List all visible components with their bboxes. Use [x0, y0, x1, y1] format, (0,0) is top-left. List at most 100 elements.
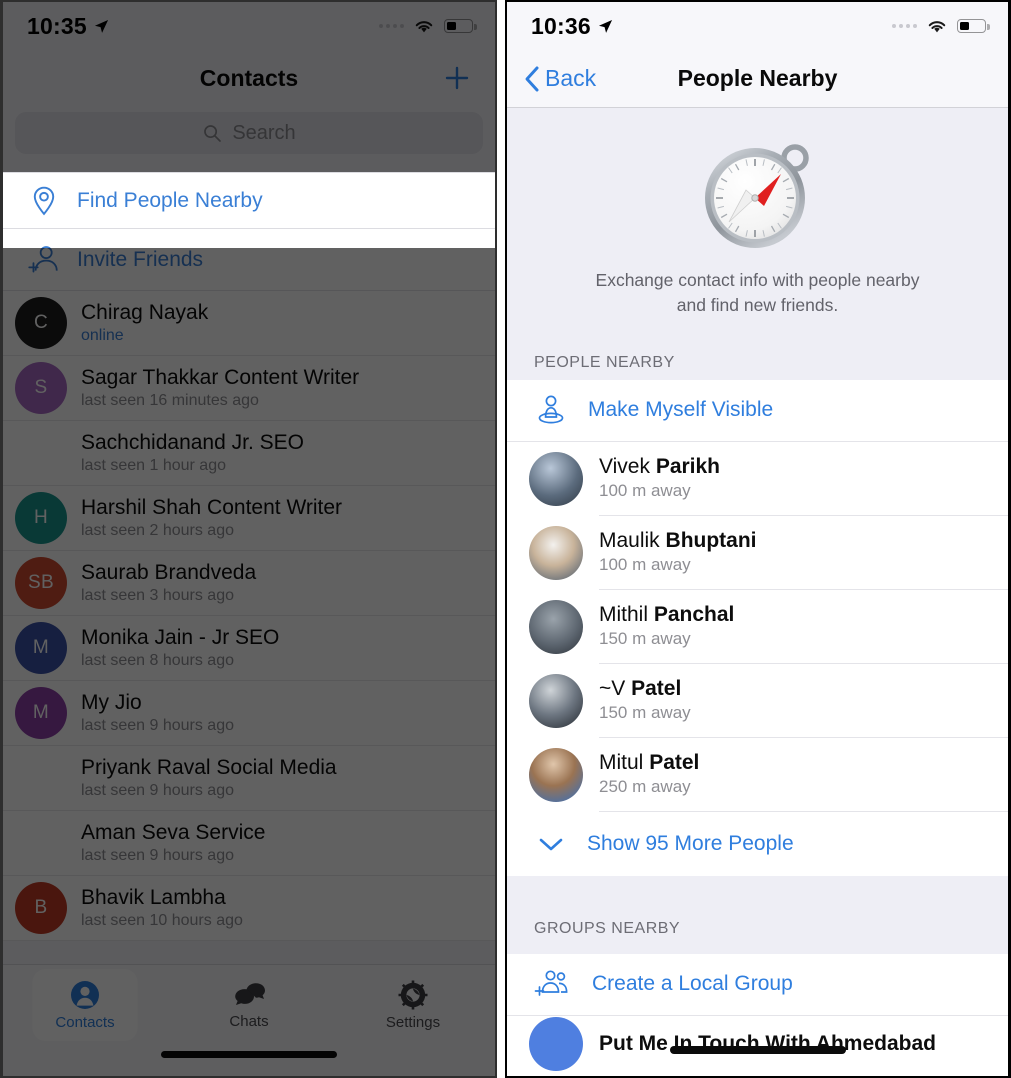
find-people-nearby-label: Find People Nearby — [77, 188, 263, 212]
avatar — [529, 525, 583, 580]
nearby-person-row[interactable]: ~V Patel 150 m away — [507, 663, 1008, 738]
avatar: M — [15, 687, 67, 739]
avatar: SB — [15, 557, 67, 609]
contact-texts: My Jio last seen 9 hours ago — [81, 691, 234, 735]
contact-texts: Saurab Brandveda last seen 3 hours ago — [81, 561, 256, 605]
contact-texts: Aman Seva Service last seen 9 hours ago — [81, 821, 265, 865]
hero-section: Exchange contact info with people nearby… — [507, 108, 1008, 340]
home-indicator — [669, 1046, 846, 1054]
groups-nearby-section-header: GROUPS NEARBY — [507, 915, 1008, 954]
home-indicator — [161, 1051, 337, 1058]
nearby-people-rows: Vivek Parikh 100 m away Maulik Bhuptani 100… — [507, 441, 1008, 812]
person-info: Mitul Patel 250 m away — [599, 738, 1008, 812]
contact-name: Sagar Thakkar Content Writer — [81, 365, 360, 389]
people-nearby-section-header: PEOPLE NEARBY — [507, 339, 1008, 380]
contact-row[interactable]: Sachchidanand Jr. SEO last seen 1 hour ag… — [3, 421, 495, 486]
contact-list: C Chirag Nayak online S Sagar Thakkar Conten… — [3, 291, 495, 941]
person-last-name: Parikh — [655, 455, 721, 479]
contact-name: Chirag Nayak — [81, 300, 209, 324]
person-info: ~V Patel 150 m away — [599, 664, 1008, 738]
person-distance: 100 m away — [599, 555, 691, 575]
chat-bubbles-icon — [235, 983, 265, 1005]
add-group-icon — [534, 970, 568, 997]
contact-texts: Chirag Nayak online — [81, 301, 208, 345]
person-name: Mitul Patel — [599, 751, 1008, 774]
show-more-people-row[interactable]: Show 95 More People — [507, 811, 1008, 876]
person-info: Vivek Parikh 100 m away — [599, 442, 1008, 516]
chevron-left-icon — [525, 66, 539, 91]
contact-row[interactable]: SB Saurab Brandveda last seen 3 hours ago — [3, 551, 495, 616]
person-distance: 150 m away — [599, 629, 691, 649]
section-spacer — [507, 875, 1008, 916]
create-local-group-label: Create a Local Group — [592, 972, 793, 996]
avatar: M — [15, 622, 67, 674]
tab-settings-label: Settings — [385, 1014, 441, 1031]
contact-row[interactable]: S Sagar Thakkar Content Writer last seen 1… — [3, 356, 495, 421]
nearby-person-row[interactable]: Mitul Patel 250 m away — [507, 737, 1008, 812]
invite-friends-row[interactable]: Invite Friends — [3, 229, 495, 291]
make-myself-visible-row[interactable]: Make Myself Visible — [507, 379, 1008, 442]
battery-icon — [957, 19, 990, 33]
person-last-name: Patel — [649, 751, 700, 775]
tab-contacts[interactable]: Contacts — [3, 969, 167, 1041]
person-distance: 150 m away — [599, 703, 691, 723]
search-bar-container: Search — [3, 106, 495, 172]
hero-description-line2: and find new friends. — [676, 294, 839, 315]
status-indicators — [379, 18, 477, 34]
page-title: Contacts — [199, 64, 299, 91]
tab-settings[interactable]: Settings — [331, 969, 495, 1041]
person-distance: 100 m away — [599, 481, 691, 501]
contact-row[interactable]: H Harshil Shah Content Writer last seen 2 … — [3, 486, 495, 551]
nearby-person-row[interactable]: Mithil Panchal 150 m away — [507, 589, 1008, 664]
hero-description: Exchange contact info with people nearby… — [507, 268, 1008, 318]
left-nav-bar: Contacts — [3, 50, 495, 106]
contact-status: last seen 9 hours ago — [81, 847, 234, 865]
person-last-name: Bhuptani — [665, 529, 757, 553]
signal-dots-icon — [892, 24, 917, 28]
person-name: ~V Patel — [599, 677, 1008, 700]
compass-illustration — [507, 136, 1008, 254]
contact-row[interactable]: B Bhavik Lambha last seen 10 hours ago — [3, 876, 495, 941]
nearby-person-row[interactable]: Vivek Parikh 100 m away — [507, 441, 1008, 516]
add-contact-button[interactable] — [439, 60, 475, 96]
search-icon — [204, 125, 222, 142]
contact-row[interactable]: Aman Seva Service last seen 9 hours ago — [3, 811, 495, 876]
contact-row[interactable]: M Monika Jain - Jr SEO last seen 8 hours a… — [3, 616, 495, 681]
create-local-group-row[interactable]: Create a Local Group — [507, 953, 1008, 1016]
contact-row[interactable]: M My Jio last seen 9 hours ago — [3, 681, 495, 746]
back-button[interactable]: Back — [507, 64, 596, 94]
right-phone-screen: 10:36 Back People Nearby Exchange contac… — [505, 0, 1011, 1078]
bottom-tab-bar: Contacts Chats Settings — [3, 964, 495, 1076]
tab-chats-label: Chats — [229, 1013, 269, 1030]
gear-icon — [398, 980, 428, 1010]
group-row[interactable]: Put Me In Touch With Ahmedabad — [507, 1015, 1008, 1072]
contact-row[interactable]: C Chirag Nayak online — [3, 291, 495, 356]
person-name: Mithil Panchal — [599, 603, 1008, 626]
contact-name: Aman Seva Service — [81, 820, 266, 844]
contact-status: last seen 8 hours ago — [81, 652, 234, 670]
contact-status: last seen 9 hours ago — [81, 782, 234, 800]
show-more-people-label: Show 95 More People — [587, 831, 794, 855]
find-people-nearby-row[interactable]: Find People Nearby — [3, 172, 495, 229]
page-title: People Nearby — [677, 65, 838, 91]
left-phone-screen: 10:35 Contacts Search Find People Nearby… — [0, 0, 497, 1078]
contact-name: Saurab Brandveda — [81, 560, 257, 584]
signal-dots-icon — [379, 24, 404, 28]
right-status-bar: 10:36 — [507, 2, 1008, 50]
avatar — [529, 747, 583, 802]
contact-status: last seen 1 hour ago — [81, 457, 226, 475]
person-name: Maulik Bhuptani — [599, 529, 1008, 552]
nearby-person-row[interactable]: Maulik Bhuptani 100 m away — [507, 515, 1008, 590]
search-input[interactable]: Search — [15, 112, 483, 154]
dual-screenshot-stage: 10:35 Contacts Search Find People Nearby… — [0, 0, 1011, 1078]
avatar: H — [15, 492, 67, 544]
contact-row[interactable]: Priyank Raval Social Media last seen 9 ho… — [3, 746, 495, 811]
person-last-name: Panchal — [653, 603, 735, 627]
tab-chats[interactable]: Chats — [167, 969, 331, 1041]
avatar: C — [15, 297, 67, 349]
person-first-name: Mithil — [599, 603, 654, 627]
avatar — [15, 752, 67, 804]
plus-icon — [445, 66, 469, 90]
location-arrow-icon — [94, 19, 108, 33]
chevron-down-icon — [539, 838, 563, 850]
